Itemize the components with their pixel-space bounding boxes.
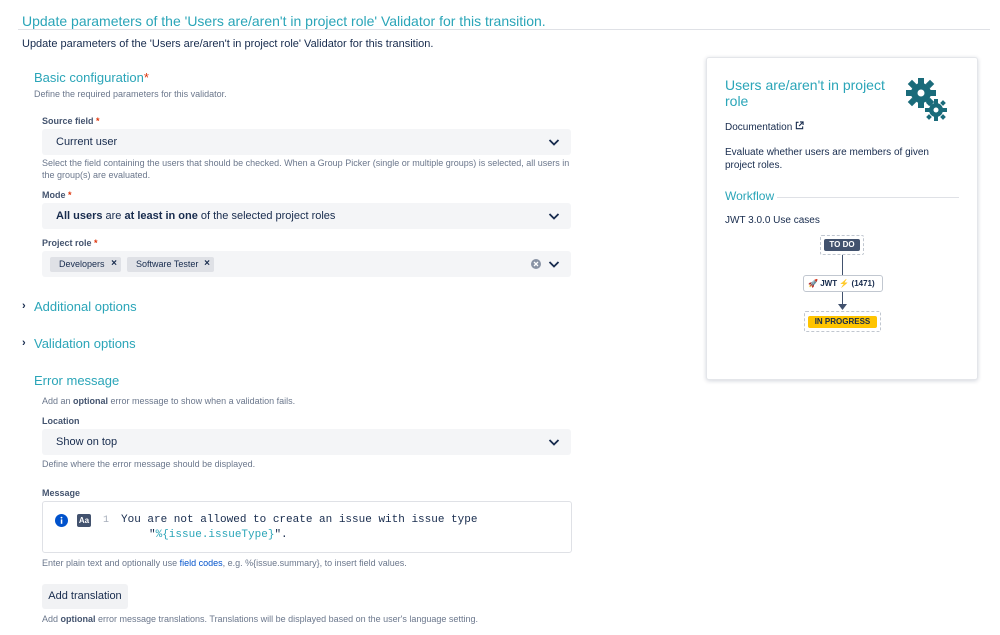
message-help: Enter plain text and optionally use fiel… bbox=[42, 557, 407, 569]
source-field-help: Select the field containing the users th… bbox=[42, 158, 570, 180]
quote-close: ". bbox=[274, 529, 288, 541]
rocket-icon: 🚀 bbox=[808, 279, 818, 288]
info-icon[interactable] bbox=[55, 514, 68, 527]
basic-configuration-title: Basic configuration* bbox=[34, 70, 149, 85]
additional-options-title: Additional options bbox=[34, 299, 137, 314]
error-message-title: Error message bbox=[34, 373, 120, 388]
workflow-divider bbox=[777, 197, 959, 198]
location-select[interactable]: Show on top bbox=[42, 429, 571, 455]
field-code-var: %{issue.issueType} bbox=[155, 529, 275, 541]
message-line-2: "%{issue.issueType}". bbox=[149, 529, 288, 541]
todo-status: TO DO bbox=[824, 239, 860, 251]
help-part: error message translations. Translations… bbox=[95, 614, 478, 624]
tag-remove-icon[interactable]: × bbox=[204, 258, 210, 269]
mode-value-part-1: All users bbox=[56, 210, 103, 222]
chevron-right-icon: › bbox=[22, 337, 26, 349]
card-description: Evaluate whether users are members of gi… bbox=[725, 147, 929, 171]
tag-label: Software Tester bbox=[136, 259, 199, 269]
todo-status-frame: TO DO bbox=[820, 235, 864, 255]
clear-icon[interactable] bbox=[531, 259, 541, 269]
transition-box: 🚀 JWT ⚡ (1471) bbox=[803, 275, 883, 292]
chevron-right-icon: › bbox=[22, 300, 26, 312]
desc-part: Add an bbox=[42, 396, 74, 406]
desc-part-bold: optional bbox=[73, 396, 109, 406]
chevron-down-icon[interactable] bbox=[547, 209, 561, 223]
transition-line bbox=[842, 255, 843, 275]
location-help: Define where the error message should be… bbox=[42, 459, 256, 469]
documentation-link[interactable]: Documentation bbox=[725, 121, 804, 133]
source-field-label: Source field * bbox=[42, 116, 100, 126]
chevron-down-icon[interactable] bbox=[547, 257, 561, 271]
add-translation-button[interactable]: Add translation bbox=[42, 584, 128, 609]
required-mark: * bbox=[68, 190, 72, 200]
in-progress-status-frame: IN PROGRESS bbox=[804, 311, 881, 332]
card-title: Users are/aren't in project role bbox=[725, 77, 885, 109]
required-mark: * bbox=[143, 70, 149, 85]
page-subtitle: Update parameters of the 'Users are/aren… bbox=[22, 38, 434, 50]
tag-label: Developers bbox=[59, 259, 105, 269]
help-part: , e.g. %{issue.summary}, to insert field… bbox=[222, 558, 407, 568]
mode-label-text: Mode bbox=[42, 190, 66, 200]
project-role-tag: Developers × bbox=[50, 257, 121, 272]
chevron-down-icon[interactable] bbox=[547, 135, 561, 149]
plug-icon: ⚡ bbox=[839, 279, 850, 288]
project-role-label-text: Project role bbox=[42, 238, 92, 248]
required-mark: * bbox=[96, 116, 100, 126]
error-message-description: Add an optional error message to show wh… bbox=[42, 395, 295, 407]
source-field-select[interactable]: Current user bbox=[42, 129, 571, 155]
documentation-label: Documentation bbox=[725, 122, 793, 133]
message-editor[interactable]: Aa 1 You are not allowed to create an is… bbox=[42, 501, 572, 553]
desc-part: error message to show when a validation … bbox=[108, 396, 296, 406]
location-value: Show on top bbox=[56, 436, 118, 448]
translation-help: Add optional error message translations.… bbox=[42, 613, 478, 625]
transition-label: JWT bbox=[820, 279, 838, 288]
validation-options-toggle[interactable]: › Validation options bbox=[22, 336, 136, 351]
workflow-title: Workflow bbox=[725, 189, 775, 203]
additional-options-toggle[interactable]: › Additional options bbox=[22, 299, 137, 314]
basic-configuration-label: Basic configuration bbox=[34, 70, 144, 85]
page-title: Update parameters of the 'Users are/aren… bbox=[22, 13, 546, 29]
basic-configuration-description: Define the required parameters for this … bbox=[34, 89, 227, 99]
use-cases-text: JWT 3.0.0 Use cases bbox=[725, 215, 820, 226]
help-part: Add bbox=[42, 614, 61, 624]
mode-value: All users are at least in one of the sel… bbox=[56, 210, 335, 222]
external-link-icon bbox=[795, 121, 804, 130]
arrow-down-icon bbox=[838, 304, 847, 310]
project-role-multiselect[interactable]: Developers × Software Tester × bbox=[42, 251, 571, 277]
validation-options-title: Validation options bbox=[34, 336, 136, 351]
validator-info-card: Users are/aren't in project role Documen… bbox=[706, 57, 978, 380]
source-field-label-text: Source field bbox=[42, 116, 94, 126]
field-codes-link[interactable]: field codes bbox=[180, 558, 223, 568]
gears-icon bbox=[906, 78, 947, 121]
mode-label: Mode * bbox=[42, 190, 72, 200]
message-line-1: You are not allowed to create an issue w… bbox=[121, 514, 478, 526]
mode-select[interactable]: All users are at least in one of the sel… bbox=[42, 203, 571, 229]
project-role-tag: Software Tester × bbox=[127, 257, 214, 272]
mode-value-part-2: are bbox=[102, 210, 125, 222]
mode-value-part-3: at least in one bbox=[124, 210, 198, 222]
tag-remove-icon[interactable]: × bbox=[111, 258, 117, 269]
required-mark: * bbox=[94, 238, 98, 248]
message-label: Message bbox=[42, 488, 81, 498]
mode-value-part-4: of the selected project roles bbox=[197, 210, 336, 222]
in-progress-status: IN PROGRESS bbox=[808, 316, 877, 328]
help-part-bold: optional bbox=[60, 614, 96, 624]
transition-count: (1471) bbox=[851, 279, 875, 288]
source-field-value: Current user bbox=[56, 136, 118, 148]
location-label: Location bbox=[42, 416, 80, 426]
line-number: 1 bbox=[103, 515, 110, 526]
chevron-down-icon[interactable] bbox=[547, 435, 561, 449]
project-role-label: Project role * bbox=[42, 238, 98, 248]
aa-icon[interactable]: Aa bbox=[77, 514, 91, 527]
title-divider bbox=[18, 29, 990, 30]
quote-open: " bbox=[149, 529, 156, 541]
help-part: Enter plain text and optionally use bbox=[42, 558, 180, 568]
